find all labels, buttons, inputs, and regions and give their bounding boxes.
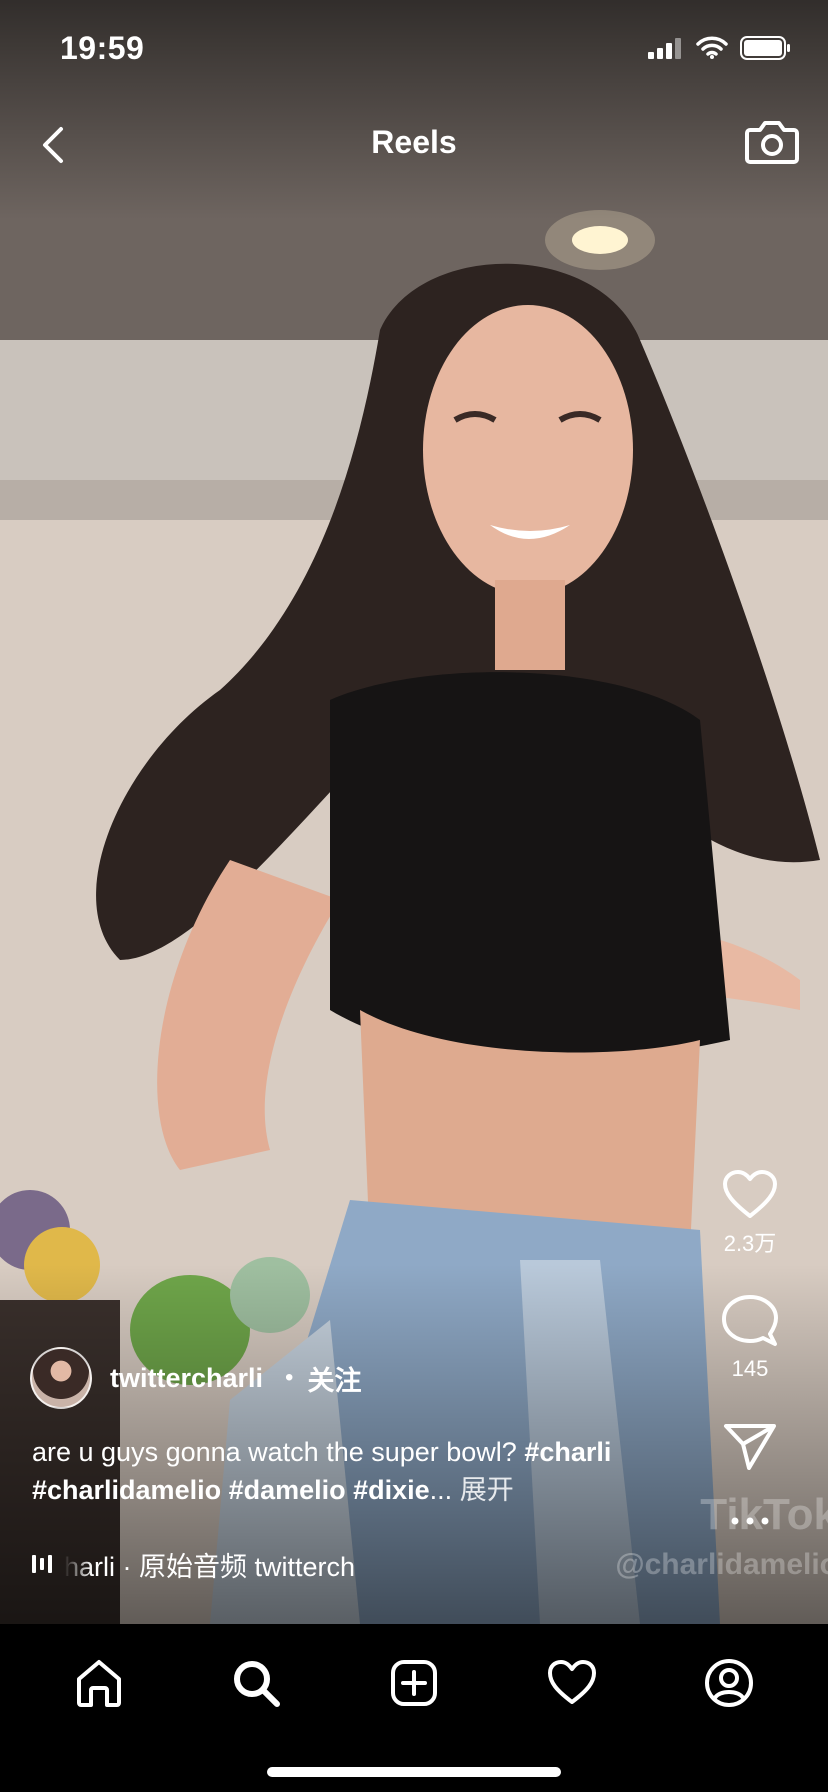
author-row: twittercharli • 关注: [30, 1345, 361, 1411]
tab-bar: [0, 1624, 828, 1792]
tab-home[interactable]: [64, 1648, 134, 1718]
tab-profile[interactable]: [694, 1648, 764, 1718]
top-nav: Reels: [0, 110, 828, 180]
like-button[interactable]: 2.3万: [722, 1170, 778, 1258]
tab-create[interactable]: [379, 1648, 449, 1718]
action-rail: 2.3万 145: [708, 1170, 792, 1526]
activity-heart-icon: [547, 1660, 596, 1704]
audio-bars-icon: [32, 1555, 52, 1573]
comment-button[interactable]: 145: [722, 1294, 778, 1382]
page-title: Reels: [371, 124, 457, 160]
reels-screen: 19:59 Reels 2.3万 145 TikTok @charlidamel…: [0, 0, 828, 1792]
watermark-handle: @charlidamelio: [615, 1548, 828, 1581]
battery-icon: [740, 36, 790, 60]
paper-plane-icon: [724, 1424, 776, 1470]
camera-button[interactable]: [744, 114, 800, 170]
audio-track-label: harli · 原始音频 twitterch: [64, 1551, 356, 1582]
share-button[interactable]: [723, 1422, 777, 1470]
caption-hashtags[interactable]: #charlidamelio #damelio #dixie: [32, 1475, 430, 1505]
heart-icon: [723, 1170, 777, 1218]
status-icons: [648, 36, 792, 60]
caption-hashtag[interactable]: #charli: [524, 1437, 611, 1467]
caption[interactable]: are u guys gonna watch the super bowl? #…: [32, 1433, 672, 1509]
home-icon: [76, 1660, 121, 1707]
avatar[interactable]: [30, 1347, 92, 1409]
signal-icon: [648, 38, 681, 59]
tab-activity[interactable]: [537, 1648, 607, 1718]
camera-icon: [745, 121, 799, 164]
audio-row[interactable]: harli · 原始音频 twitterch: [32, 1544, 434, 1584]
search-icon: [234, 1661, 281, 1707]
profile-icon: [705, 1659, 754, 1707]
separator-dot: •: [285, 1364, 294, 1391]
caption-ellipsis: ...: [429, 1475, 453, 1505]
caption-expand-link[interactable]: 展开: [452, 1475, 514, 1505]
caption-text: are u guys gonna watch the super bowl?: [32, 1437, 525, 1467]
like-count: 2.3万: [723, 1231, 777, 1256]
follow-button[interactable]: 关注: [307, 1359, 361, 1398]
add-post-icon: [390, 1660, 437, 1706]
comment-count: 145: [731, 1356, 769, 1381]
status-time: 19:59: [60, 30, 145, 66]
username[interactable]: twittercharli: [110, 1363, 263, 1394]
status-bar: 19:59: [0, 0, 828, 100]
comment-bubble-icon: [722, 1295, 778, 1346]
home-indicator: [267, 1767, 561, 1777]
tab-search[interactable]: [221, 1648, 291, 1718]
wifi-icon: [696, 36, 728, 59]
